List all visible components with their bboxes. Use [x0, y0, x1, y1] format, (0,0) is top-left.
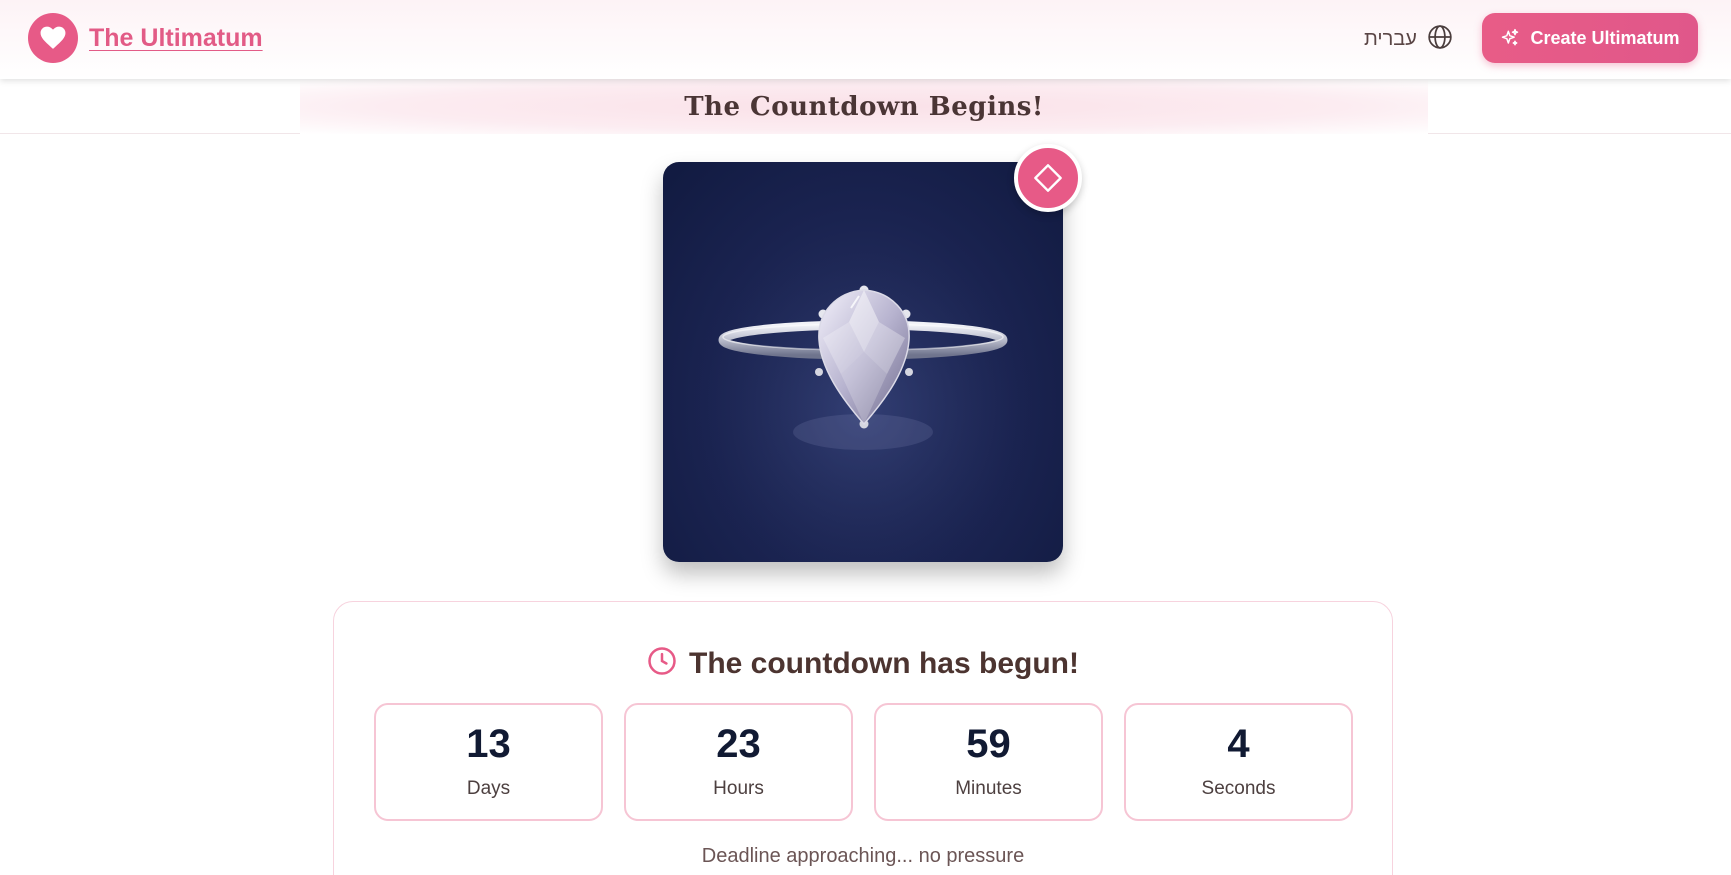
- create-button-label: Create Ultimatum: [1530, 27, 1680, 48]
- countdown-unit-seconds: 4 Seconds: [1124, 703, 1353, 821]
- banner: The Countdown Begins!: [300, 79, 1428, 134]
- hours-label: Hours: [713, 778, 764, 799]
- minutes-value: 59: [966, 722, 1011, 766]
- seconds-value: 4: [1227, 722, 1250, 766]
- days-label: Days: [466, 778, 511, 799]
- countdown-unit-days: 13 Days: [374, 703, 603, 821]
- brand-link[interactable]: The Ultimatum: [28, 13, 263, 63]
- hours-value: 23: [716, 722, 761, 766]
- sparkle-icon: [1500, 28, 1520, 48]
- countdown-unit-hours: 23 Hours: [624, 703, 853, 821]
- banner-section: The Countdown Begins!: [0, 79, 1731, 134]
- heart-icon: [28, 13, 78, 63]
- minutes-label: Minutes: [955, 778, 1022, 799]
- countdown-card: The countdown has begun! 13 Days 23 Hour…: [333, 601, 1393, 875]
- diamond-icon: [1014, 144, 1082, 212]
- language-switcher[interactable]: עברית: [1364, 24, 1453, 55]
- create-ultimatum-button[interactable]: Create Ultimatum: [1482, 13, 1698, 63]
- seconds-label: Seconds: [1201, 778, 1276, 799]
- countdown-unit-minutes: 59 Minutes: [874, 703, 1103, 821]
- countdown-note: Deadline approaching... no pressure: [701, 845, 1025, 867]
- top-header: The Ultimatum עברית Create Ultimatum: [0, 0, 1731, 79]
- clock-icon: [647, 646, 677, 681]
- ring-image: [663, 162, 1063, 562]
- globe-icon: [1427, 24, 1453, 55]
- countdown-title: The countdown has begun!: [689, 646, 1079, 680]
- brand-name: The Ultimatum: [89, 23, 263, 52]
- language-label: עברית: [1364, 28, 1417, 50]
- countdown-units: 13 Days 23 Hours 59 Minutes 4 Seconds: [374, 703, 1353, 821]
- countdown-heading: The countdown has begun!: [334, 646, 1392, 681]
- days-value: 13: [466, 722, 511, 766]
- page-title: The Countdown Begins!: [684, 91, 1044, 122]
